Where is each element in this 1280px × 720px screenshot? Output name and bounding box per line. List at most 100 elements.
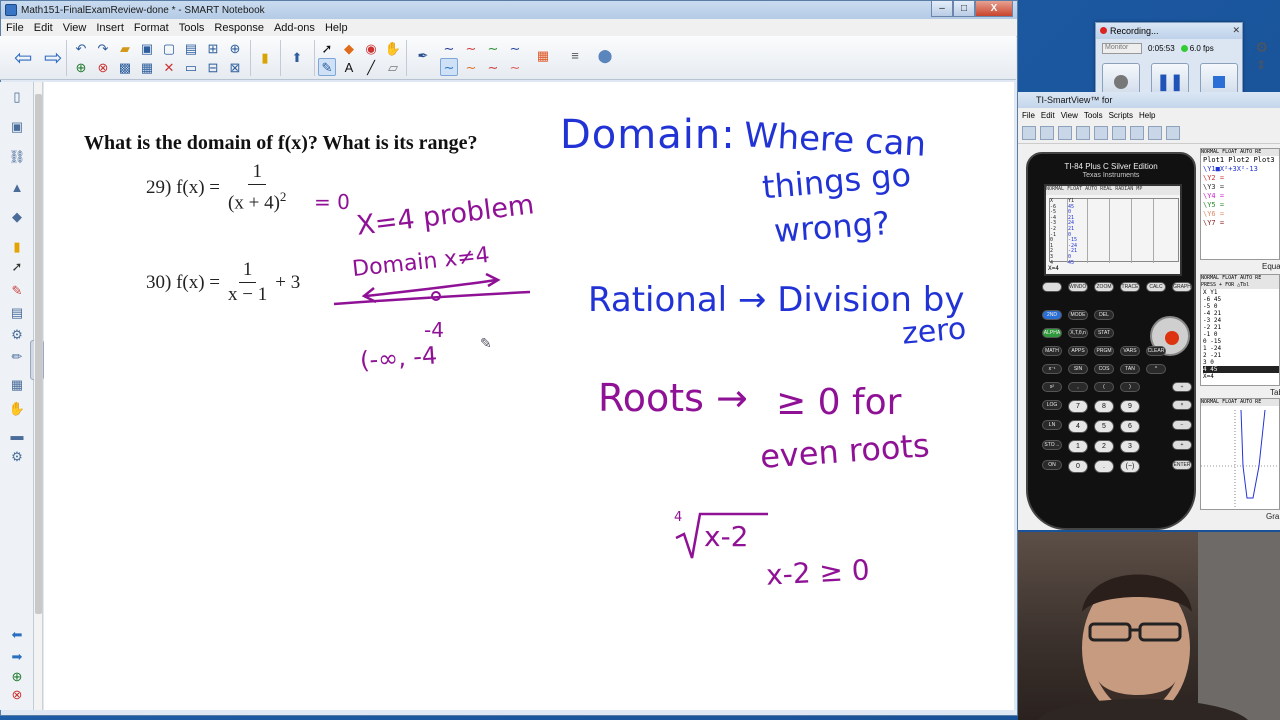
paste-icon[interactable]: ▦ <box>138 58 156 76</box>
key-7[interactable]: 7 <box>1068 400 1088 413</box>
select-icon[interactable]: ➚ <box>318 39 336 57</box>
menu-response[interactable]: Response <box>209 22 269 34</box>
key-sin[interactable]: SIN <box>1068 364 1088 374</box>
key-mode[interactable]: MODE <box>1068 310 1088 320</box>
print-icon[interactable]: ▤ <box>182 39 200 57</box>
equation-editor-panel[interactable]: NORMAL FLOAT AUTO RE Plot1 Plot2 Plot3 \… <box>1200 148 1280 260</box>
document-camera-icon[interactable]: ▤ <box>8 304 26 322</box>
key-stat[interactable]: STAT <box>1094 328 1114 338</box>
key-9[interactable]: 9 <box>1120 400 1140 413</box>
magic-pen-icon[interactable]: ✋ <box>384 39 402 57</box>
select-icon[interactable]: ➚ <box>8 258 26 276</box>
key-2[interactable]: 2 <box>1094 440 1114 453</box>
notebook-page[interactable]: What is the domain of f(x)? What is its … <box>44 82 1014 710</box>
ti-layout-icon[interactable] <box>1166 125 1180 140</box>
menu-insert[interactable]: Insert <box>91 22 129 34</box>
ti-calculator-icon[interactable] <box>1076 125 1090 140</box>
pen-icon[interactable]: ✏ <box>8 348 26 366</box>
ti-refresh-icon[interactable] <box>1094 125 1108 140</box>
key-enter[interactable]: ENTER <box>1172 460 1192 470</box>
pen-style-red-icon[interactable]: ∼ <box>462 39 480 57</box>
menu-edit[interactable]: Edit <box>29 22 58 34</box>
key-window[interactable]: WINDOW <box>1068 282 1088 292</box>
screen-capture-icon[interactable]: ⊞ <box>204 39 222 57</box>
key-8[interactable]: 8 <box>1094 400 1114 413</box>
ti-new-icon[interactable] <box>1022 125 1036 140</box>
shapes-tool-icon[interactable]: ⚙ <box>8 326 26 344</box>
key-decimal[interactable]: . <box>1094 460 1114 473</box>
shapes-icon[interactable]: ◆ <box>340 39 358 57</box>
ti-menu-view[interactable]: View <box>1061 111 1078 120</box>
save-icon[interactable]: ▩ <box>116 58 134 76</box>
text-icon[interactable]: A <box>340 58 358 76</box>
key-prgm[interactable]: PRGM <box>1094 346 1114 356</box>
next-page-icon[interactable]: ➡ <box>8 648 26 666</box>
page-sorter-icon[interactable]: ▯ <box>8 88 26 106</box>
properties-icon[interactable]: ⬤ <box>596 46 614 64</box>
key-negative[interactable]: (−) <box>1120 460 1140 473</box>
menu-addons[interactable]: Add-ons <box>269 22 320 34</box>
key-clear[interactable]: CLEAR <box>1146 346 1166 356</box>
key-5[interactable]: 5 <box>1094 420 1114 433</box>
ti-capture-icon[interactable] <box>1112 125 1126 140</box>
open-folder-icon[interactable]: ▰ <box>116 39 134 57</box>
undo-icon[interactable]: ↶ <box>72 39 90 57</box>
line-style-icon[interactable]: ≡ <box>566 46 584 64</box>
ti-copy-icon[interactable] <box>1148 125 1162 140</box>
key-y-equals[interactable] <box>1042 282 1062 292</box>
eraser-icon[interactable]: ▱ <box>384 58 402 76</box>
arrow-left-icon[interactable]: ⇦ <box>14 45 32 71</box>
key-math[interactable]: MATH <box>1042 346 1062 356</box>
ti-save-icon[interactable] <box>1058 125 1072 140</box>
key-del[interactable]: DEL <box>1094 310 1114 320</box>
settings-icon[interactable]: ⚙ <box>8 448 26 466</box>
key-0[interactable]: 0 <box>1068 460 1088 473</box>
delete-page-icon[interactable]: ⊗ <box>94 58 112 76</box>
key-alpha[interactable]: ALPHA <box>1042 328 1062 338</box>
full-screen-icon[interactable]: ▭ <box>182 58 200 76</box>
key-rparen[interactable]: ) <box>1120 382 1140 392</box>
ti-menu-help[interactable]: Help <box>1139 111 1155 120</box>
key-graph[interactable]: GRAPH <box>1172 282 1192 292</box>
key-cos[interactable]: COS <box>1094 364 1114 374</box>
gear-icon[interactable]: ⚙ <box>1255 39 1268 56</box>
page-icon[interactable]: ▢ <box>160 39 178 57</box>
vertical-scrollbar[interactable] <box>34 82 43 710</box>
calculator-icon[interactable]: ▦ <box>8 376 26 394</box>
pen-style-selected-icon[interactable]: ∼ <box>440 58 458 76</box>
key-minus[interactable]: − <box>1172 420 1192 430</box>
recording-source-select[interactable]: Monitor <box>1102 43 1142 54</box>
menu-file[interactable]: File <box>1 22 29 34</box>
key-sto[interactable]: STO→ <box>1042 440 1062 450</box>
add-page-icon[interactable]: ⊕ <box>8 668 26 686</box>
key-divide[interactable]: ÷ <box>1172 382 1192 392</box>
ti-open-icon[interactable] <box>1040 125 1054 140</box>
key-zoom[interactable]: ZOOM <box>1094 282 1114 292</box>
minimize-button[interactable]: – <box>931 1 953 17</box>
previous-page-icon[interactable]: ⬅ <box>8 626 26 644</box>
ti-menu-file[interactable]: File <box>1022 111 1035 120</box>
key-tan[interactable]: TAN <box>1120 364 1140 374</box>
key-power[interactable]: ^ <box>1146 364 1166 374</box>
delete-page-icon[interactable]: ⊗ <box>8 686 26 704</box>
pen-style-red2-icon[interactable]: ∼ <box>484 58 502 76</box>
maximize-button[interactable]: □ <box>953 1 975 17</box>
key-xtn[interactable]: X,T,θ,n <box>1068 328 1088 338</box>
ti-menu-tools[interactable]: Tools <box>1084 111 1103 120</box>
pen-style-orange-icon[interactable]: ∼ <box>462 58 480 76</box>
document-camera-icon[interactable]: ⬆ <box>288 48 306 66</box>
key-6[interactable]: 6 <box>1120 420 1140 433</box>
close-button[interactable]: X <box>975 1 1013 17</box>
menu-format[interactable]: Format <box>129 22 174 34</box>
color-palette-icon[interactable]: ▦ <box>534 46 552 64</box>
recording-close-icon[interactable]: ✕ <box>1232 25 1240 36</box>
table-icon[interactable]: ⊟ <box>204 58 222 76</box>
notebook-icon[interactable]: ▮ <box>256 48 274 66</box>
graph-panel[interactable]: NORMAL FLOAT AUTO RE <box>1200 398 1280 510</box>
pen-style-green-icon[interactable]: ∼ <box>484 39 502 57</box>
key-apps[interactable]: APPS <box>1068 346 1088 356</box>
key-ln[interactable]: LN <box>1042 420 1062 430</box>
ti-send-icon[interactable] <box>1130 125 1144 140</box>
hand-icon[interactable]: ✋ <box>8 400 26 418</box>
key-vars[interactable]: VARS <box>1120 346 1140 356</box>
